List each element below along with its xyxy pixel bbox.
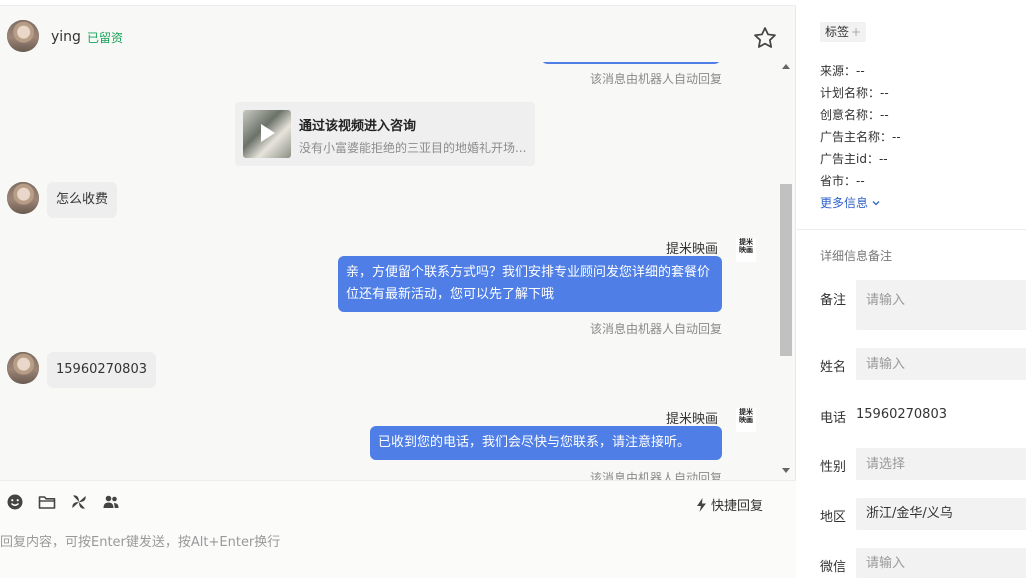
outgoing-bubble-partial bbox=[540, 62, 722, 64]
note-label: 备注 bbox=[820, 293, 847, 308]
quick-reply-button[interactable]: 快捷回复 bbox=[696, 495, 763, 514]
bot-avatar: 提米映画 bbox=[736, 238, 756, 262]
more-info-label: 更多信息 bbox=[820, 196, 869, 210]
customer-name: ying bbox=[51, 29, 81, 45]
wechat-label: 微信 bbox=[820, 560, 847, 575]
more-info-link[interactable]: 更多信息 bbox=[820, 194, 880, 211]
bot-avatar: 提米映画 bbox=[736, 408, 756, 432]
users-icon[interactable] bbox=[102, 493, 120, 511]
customer-info-panel: 标签 + 来源：-- 计划名称：-- 创意名称：-- 广告主名称：-- 广告主id… bbox=[797, 0, 1026, 578]
customer-avatar[interactable] bbox=[7, 20, 39, 52]
auto-reply-note: 该消息由机器人自动回复 bbox=[590, 471, 723, 480]
tag-label: 标签 bbox=[825, 25, 850, 39]
message-scrollbar[interactable] bbox=[779, 62, 793, 480]
customer-avatar[interactable] bbox=[7, 182, 39, 214]
message-list[interactable]: 该消息由机器人自动回复 通过该视频进入咨询 没有小富婆能拒绝的三亚目的地婚礼开场… bbox=[0, 62, 778, 480]
video-card[interactable]: 通过该视频进入咨询 没有小富婆能拒绝的三亚目的地婚礼开场... bbox=[235, 102, 535, 166]
lead-status-badge: 已留资 bbox=[87, 31, 124, 45]
note-input[interactable] bbox=[856, 280, 1026, 330]
gender-label: 性别 bbox=[820, 460, 847, 475]
info-advertiser-id: 广告主id：-- bbox=[820, 152, 888, 166]
scroll-up-arrow[interactable] bbox=[782, 64, 790, 69]
quick-reply-label: 快捷回复 bbox=[711, 499, 764, 514]
name-label: 姓名 bbox=[820, 360, 847, 375]
info-plan-name: 计划名称：-- bbox=[820, 86, 889, 100]
scroll-down-arrow[interactable] bbox=[782, 468, 790, 473]
outgoing-message: 亲，方便留个联系方式吗？我们安排专业顾问发您详细的套餐价位还有最新活动，您可以先… bbox=[338, 256, 722, 312]
plus-icon: + bbox=[851, 25, 862, 39]
sender-name: 提米映画 bbox=[666, 242, 719, 257]
video-card-title: 通过该视频进入咨询 bbox=[299, 119, 417, 134]
incoming-message: 15960270803 bbox=[47, 352, 156, 388]
wechat-input[interactable] bbox=[856, 548, 1026, 578]
video-card-subtitle: 没有小富婆能拒绝的三亚目的地婚礼开场... bbox=[299, 141, 527, 155]
info-advertiser-name: 广告主名称：-- bbox=[820, 130, 901, 144]
phone-label: 电话 bbox=[820, 411, 847, 426]
message-composer: 快捷回复 bbox=[0, 480, 796, 578]
incoming-message: 怎么收费 bbox=[47, 182, 118, 218]
phone-value[interactable]: 15960270803 bbox=[856, 407, 947, 422]
info-creative-name: 创意名称：-- bbox=[820, 108, 889, 122]
region-label: 地区 bbox=[820, 510, 847, 525]
auto-reply-note: 该消息由机器人自动回复 bbox=[590, 72, 723, 86]
star-icon[interactable] bbox=[752, 25, 778, 51]
scroll-thumb[interactable] bbox=[780, 184, 792, 356]
info-province-city: 省市：-- bbox=[820, 174, 865, 188]
message-input[interactable] bbox=[0, 527, 780, 571]
auto-reply-note: 该消息由机器人自动回复 bbox=[590, 322, 723, 336]
detail-section-title: 详细信息备注 bbox=[820, 249, 893, 263]
customer-avatar[interactable] bbox=[7, 352, 39, 384]
info-source: 来源：-- bbox=[820, 64, 865, 78]
region-select[interactable]: 浙江/金华/义乌 bbox=[856, 498, 1026, 530]
video-thumbnail bbox=[243, 110, 291, 158]
emoji-icon[interactable] bbox=[6, 493, 24, 511]
add-tag-button[interactable]: 标签 + bbox=[820, 22, 867, 42]
lightning-icon bbox=[697, 498, 706, 512]
outgoing-message: 已收到您的电话，我们会尽快与您联系，请注意接听。 bbox=[370, 426, 722, 460]
chevron-down-icon bbox=[872, 201, 880, 206]
name-input[interactable] bbox=[856, 348, 1026, 380]
pinwheel-icon[interactable] bbox=[70, 493, 88, 511]
folder-icon[interactable] bbox=[38, 493, 56, 511]
chat-header: ying 已留资 bbox=[0, 6, 796, 62]
gender-select[interactable] bbox=[856, 448, 1026, 480]
sender-name: 提米映画 bbox=[666, 412, 719, 427]
play-icon bbox=[261, 124, 275, 142]
chat-panel: ying 已留资 该消息由机器人自动回复 通过该视频进入咨询 没有小富婆能拒绝的… bbox=[0, 0, 796, 578]
section-divider bbox=[797, 229, 1026, 230]
